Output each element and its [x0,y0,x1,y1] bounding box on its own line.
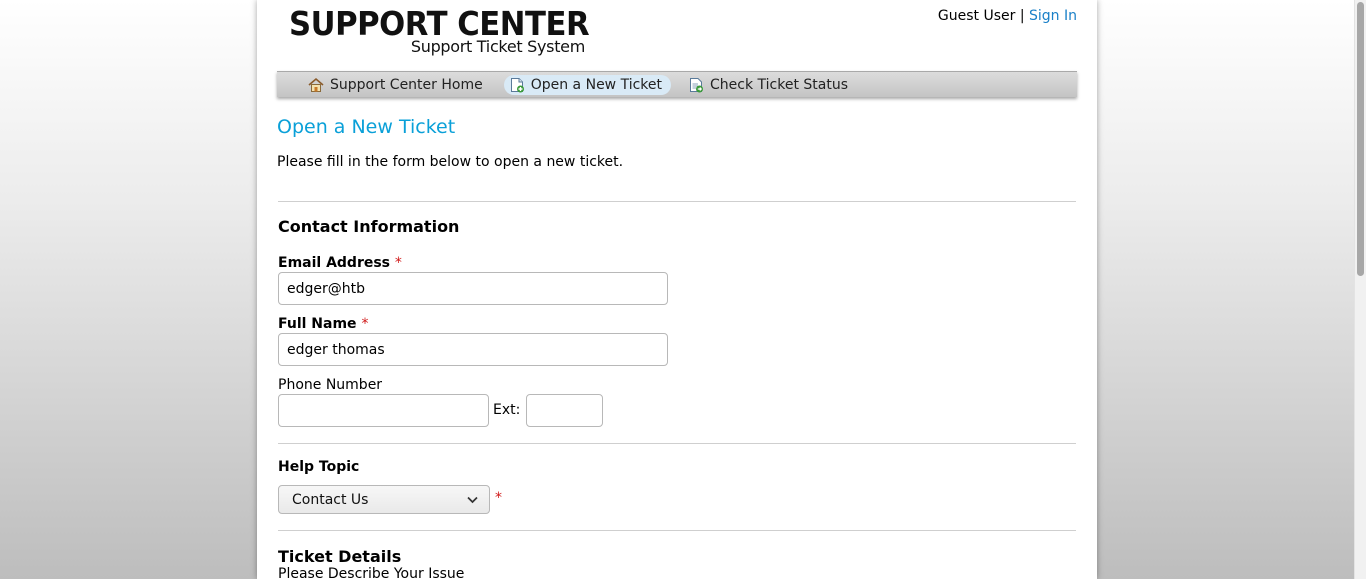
ticket-status-icon [690,77,703,92]
ext-field[interactable] [526,394,603,427]
page-container: SUPPORT CENTER Support Ticket System Gue… [257,0,1097,579]
contact-section-title: Contact Information [278,217,460,236]
scrollbar-thumb[interactable] [1357,2,1364,276]
logo-subtitle: Support Ticket System [410,37,585,56]
ext-label: Ext: [493,402,521,418]
sign-in-link[interactable]: Sign In [1029,8,1077,24]
phone-field[interactable] [278,394,489,427]
help-topic-value: Contact Us [292,491,369,508]
separator: | [1019,8,1025,24]
main-nav: Support Center Home Open a New Ticket Ch… [277,71,1077,97]
full-name-field[interactable] [278,333,668,366]
nav-check-ticket-status[interactable]: Check Ticket Status [683,75,857,95]
ticket-details-title: Ticket Details [278,547,402,566]
user-bar: Guest User | Sign In [938,8,1077,24]
nav-label: Check Ticket Status [710,76,848,93]
home-icon [308,77,324,92]
email-field[interactable] [278,272,668,305]
phone-label: Phone Number [278,377,383,393]
required-mark: * [361,316,369,332]
intro-text: Please fill in the form below to open a … [277,154,624,170]
new-ticket-icon [510,77,524,92]
chevron-down-icon [467,496,478,504]
divider [278,201,1076,202]
required-mark: * [394,255,402,271]
nav-support-center-home[interactable]: Support Center Home [303,75,492,95]
divider [278,443,1076,444]
divider [278,530,1076,531]
describe-issue-label: Please Describe Your Issue [278,566,465,579]
required-mark: * [495,490,502,506]
logo[interactable]: SUPPORT CENTER Support Ticket System [289,6,590,58]
email-label: Email Address * [278,255,402,271]
page-scrollbar[interactable] [1354,0,1366,579]
nav-label: Open a New Ticket [530,76,662,93]
guest-user-label: Guest User [937,8,1016,24]
full-name-label: Full Name * [278,316,369,332]
help-topic-select[interactable]: Contact Us [278,485,490,514]
page-title: Open a New Ticket [277,116,456,138]
nav-open-new-ticket[interactable]: Open a New Ticket [503,74,671,95]
help-topic-label: Help Topic [278,459,360,475]
nav-label: Support Center Home [330,76,483,93]
